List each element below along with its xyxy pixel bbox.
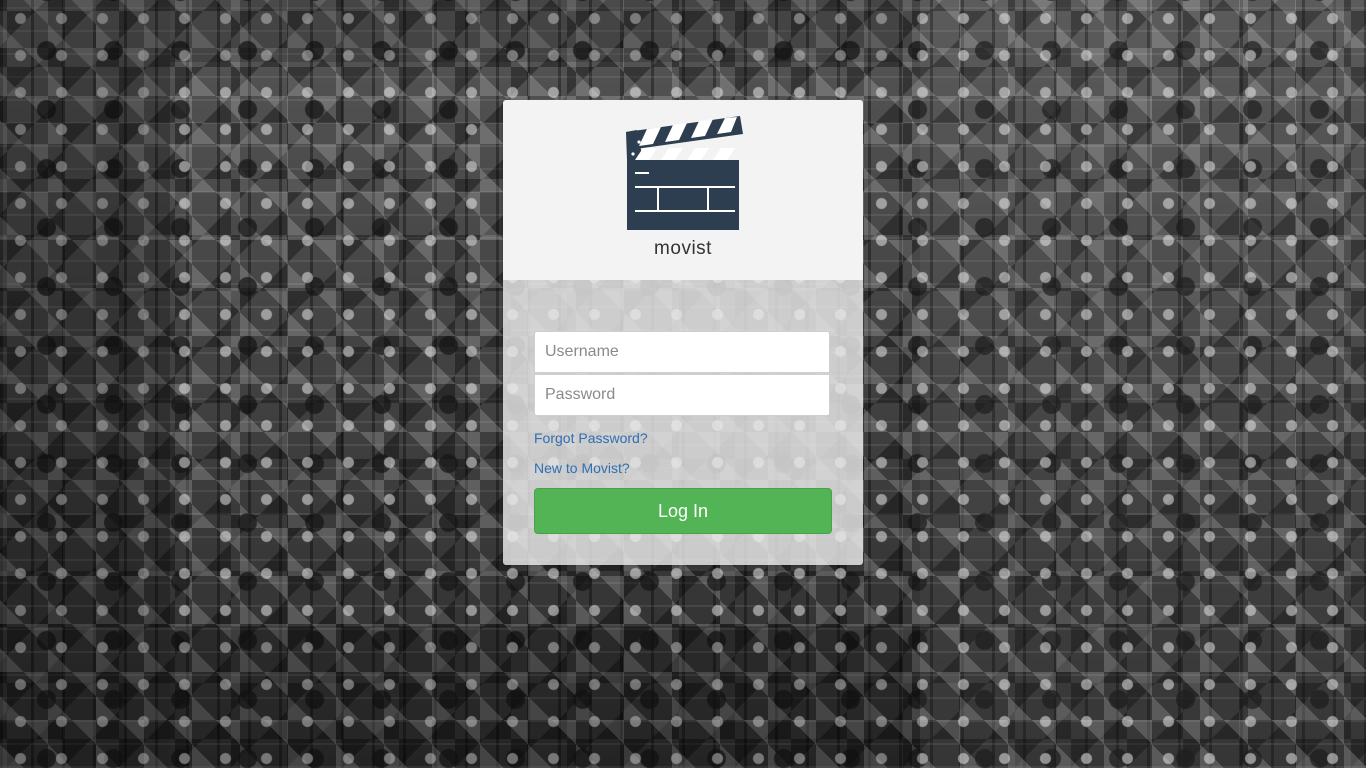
background-band-left [0, 0, 170, 768]
login-card-header: movist [503, 100, 863, 280]
log-in-button[interactable]: Log In [534, 488, 832, 534]
background-band-bottom [170, 626, 920, 768]
forgot-password-link[interactable]: Forgot Password? [534, 430, 648, 446]
sign-up-link[interactable]: New to Movist? [534, 460, 630, 476]
login-card: movist Forgot Password? New to Movist? L… [503, 100, 863, 565]
password-input[interactable] [534, 374, 830, 416]
brand-name: movist [654, 238, 712, 259]
background-band-top [170, 0, 920, 62]
login-form: Forgot Password? New to Movist? Log In [503, 280, 863, 565]
background-band-right [920, 0, 1366, 768]
clapperboard-icon [626, 116, 743, 230]
username-input[interactable] [534, 331, 830, 373]
